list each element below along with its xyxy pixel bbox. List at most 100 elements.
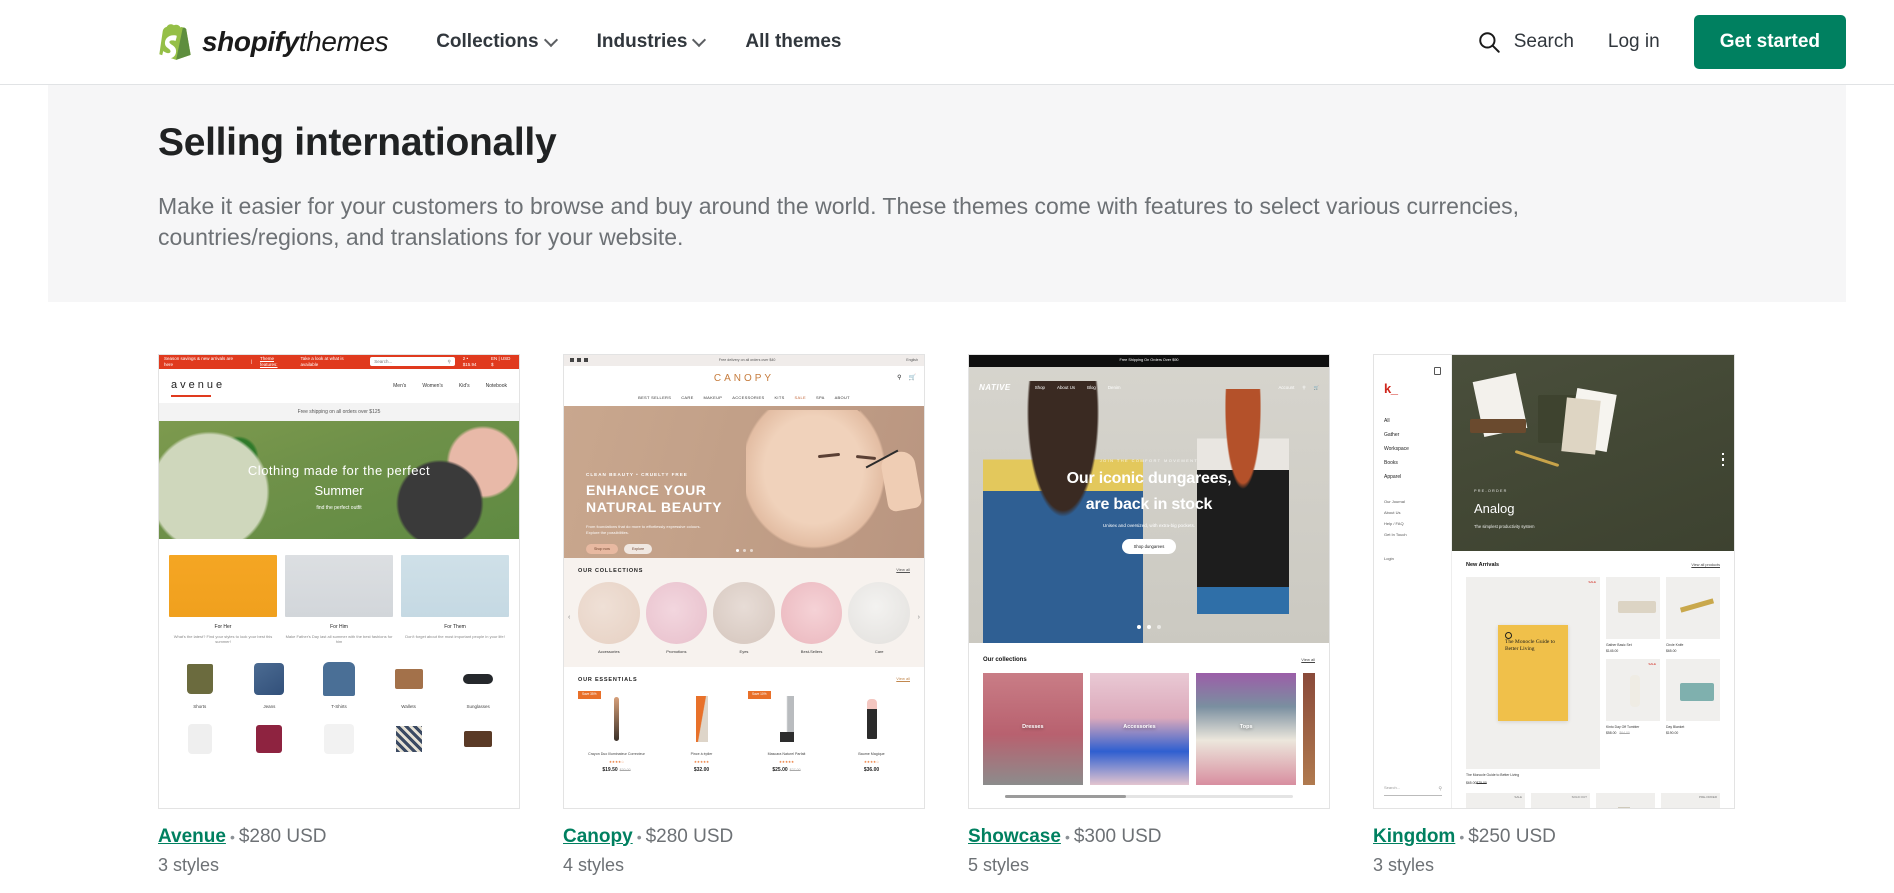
kingdom-new-arrivals-title: New Arrivals: [1466, 561, 1500, 568]
canopy-mini-site: Free delivery on all orders over $40 Eng…: [564, 354, 924, 808]
canopy-language-selector: English: [906, 357, 918, 362]
theme-preview-canopy[interactable]: Free delivery on all orders over $40 Eng…: [563, 353, 925, 809]
cart-icon: [1434, 366, 1441, 375]
theme-preview-kingdom[interactable]: k_ All Gather Workspace Books Apparel Ou…: [1373, 353, 1735, 809]
kingdom-product-image: [1596, 793, 1655, 808]
kingdom-nav-item: All: [1384, 418, 1390, 425]
kingdom-hero-title: Analog: [1474, 500, 1515, 516]
canopy-product-image: [663, 691, 740, 747]
theme-card-canopy: Free delivery on all orders over $40 Eng…: [563, 353, 925, 877]
canopy-logo: CANOPY: [713, 372, 775, 384]
kingdom-featured-image: SALE The Monocle Guide to Better Living: [1466, 577, 1600, 770]
search-button[interactable]: Search: [1476, 29, 1574, 55]
nav-item-all-themes[interactable]: All themes: [745, 31, 841, 53]
theme-price-avenue: $280 USD: [238, 825, 327, 847]
showcase-mini-site: Free Shipping On Orders Over $90 NATIVE …: [969, 354, 1329, 808]
avenue-category-row: For Her What's the latest? Find your sty…: [159, 538, 519, 651]
meta-separator: •: [229, 828, 235, 845]
kingdom-search-placeholder: Search...: [1384, 785, 1401, 791]
canopy-hero-line2: NATURAL BEAUTY: [586, 498, 723, 515]
theme-title-row: Avenue • $280 USD: [158, 823, 520, 852]
avenue-nav-item: Kid's: [458, 382, 470, 389]
avenue-product-name: Wallets: [401, 704, 416, 710]
avenue-product-row-2: [159, 709, 519, 760]
avenue-product: [167, 718, 233, 760]
avenue-search-box: Search... ⚲: [370, 357, 455, 367]
get-started-button[interactable]: Get started: [1693, 15, 1846, 69]
avenue-shipping-bar: Free shipping on all orders over $125: [159, 402, 519, 421]
avenue-category-title: For Them: [444, 623, 466, 630]
canopy-hero-text: CLEAN BEAUTY • CRUELTY FREE ENHANCE YOUR…: [586, 472, 722, 554]
kingdom-featured-product: SALE The Monocle Guide to Better Living …: [1466, 577, 1600, 785]
kingdom-nav-item: Apparel: [1384, 474, 1402, 481]
canopy-product-rating: ★★★★★: [693, 760, 710, 765]
avenue-search-placeholder: Search...: [374, 358, 393, 364]
showcase-collections-view-all: View all: [1301, 656, 1315, 662]
nav-item-industries[interactable]: Industries: [597, 31, 706, 53]
canopy-nav-item: ACCESSORIES: [732, 395, 765, 401]
kingdom-hero: PRE-ORDER Analog The simplest productivi…: [1452, 354, 1734, 551]
canopy-collection-image: [645, 582, 708, 644]
showcase-carousel-dots: [969, 624, 1329, 629]
theme-title-row: Canopy • $280 USD: [563, 823, 925, 852]
carousel-prev-icon: ‹: [568, 614, 571, 622]
theme-name-link-kingdom[interactable]: Kingdom: [1373, 826, 1455, 847]
avenue-nav-item: Women's: [422, 382, 443, 389]
kingdom-product-price: $65.00$75.00: [1466, 781, 1487, 786]
showcase-scrollbar-thumb: [1005, 794, 1126, 798]
login-link[interactable]: Log in: [1608, 31, 1660, 53]
theme-preview-avenue[interactable]: Season savings & new arrivals are here |…: [158, 353, 520, 809]
theme-name-link-avenue[interactable]: Avenue: [158, 826, 226, 847]
canopy-product: Pince à épiler ★★★★★ $32.00: [663, 691, 740, 773]
nav-item-collections[interactable]: Collections: [436, 31, 556, 53]
canopy-nav-item: MAKEUP: [703, 395, 723, 401]
brand-shopify: shopify: [202, 26, 299, 57]
avenue-product-image: [167, 658, 233, 700]
avenue-product-image: [376, 658, 442, 700]
theme-name-link-showcase[interactable]: Showcase: [968, 826, 1061, 847]
avenue-product-image: [306, 658, 372, 700]
canopy-collection-name: Best-Sellers: [800, 648, 823, 654]
theme-title-row: Kingdom • $250 USD: [1373, 823, 1735, 852]
canopy-hero: CLEAN BEAUTY • CRUELTY FREE ENHANCE YOUR…: [564, 405, 924, 558]
nav-label-all-themes: All themes: [745, 31, 842, 52]
kingdom-product-name: The Monocle Guide to Better Living: [1466, 773, 1520, 778]
theme-meta-avenue: Avenue • $280 USD 3 styles: [158, 823, 520, 877]
canopy-nav-item: CARE: [681, 395, 694, 401]
avenue-category: For Her What's the latest? Find your sty…: [169, 554, 277, 645]
cart-icon: 🛒: [1313, 384, 1319, 390]
kingdom-tag: SALE: [1514, 795, 1522, 800]
showcase-nav-item: Denim: [1107, 384, 1121, 390]
canopy-collections-header: OUR COLLECTIONS View all: [578, 568, 910, 575]
theme-name-link-canopy[interactable]: Canopy: [563, 826, 633, 847]
cart-icon: 🛒: [908, 374, 916, 381]
canopy-product: Save 10% Mascara Naturel Parfait ★★★★★ $…: [748, 691, 825, 773]
header-actions: Search Log in Get started: [1476, 15, 1846, 69]
kingdom-product: Circle Knife $65.00: [1666, 577, 1720, 653]
avenue-category-title: For Her: [214, 623, 232, 630]
kingdom-product-image: SALE: [1606, 659, 1660, 722]
avenue-nav: Men's Women's Kid's Notebook: [393, 383, 507, 389]
avenue-hero-banner: Clothing made for the perfect Summer fin…: [159, 420, 519, 539]
canopy-essentials-row: Save 35% Crayon Duo Illuminateur Correct…: [578, 691, 910, 773]
canopy-collection-circles: Accessories Promotions Eyes Best-Sellers…: [578, 582, 910, 654]
kingdom-product-image: [1666, 577, 1720, 640]
kingdom-product-name: Gather Basic Set: [1606, 643, 1632, 648]
kingdom-view-all-link: View all products: [1691, 562, 1720, 567]
theme-preview-showcase[interactable]: Free Shipping On Orders Over $90 NATIVE …: [968, 353, 1330, 809]
kingdom-new-arrivals: New Arrivals View all products SALE The …: [1452, 551, 1734, 808]
avenue-product: Sunglasses: [445, 658, 511, 709]
avenue-product-name: Sunglasses: [466, 704, 490, 710]
shopify-themes-logo[interactable]: shopifythemes: [158, 23, 389, 61]
avenue-mini-site: Season savings & new arrivals are here |…: [159, 354, 519, 808]
showcase-nav-item: Shop: [1034, 384, 1046, 390]
canopy-product-price: $25.00 $27.00: [772, 767, 801, 774]
canopy-collection-image: [713, 582, 775, 644]
avenue-product-name: T-Shirts: [331, 704, 347, 710]
avenue-product: [306, 718, 372, 760]
showcase-scrollbar[interactable]: [1005, 794, 1293, 798]
kingdom-hero-object: [1470, 418, 1526, 433]
kingdom-product-price: $65.00: [1666, 649, 1677, 654]
showcase-announcement-bar: Free Shipping On Orders Over $90: [969, 354, 1329, 367]
avenue-product: Jeans: [237, 658, 303, 709]
